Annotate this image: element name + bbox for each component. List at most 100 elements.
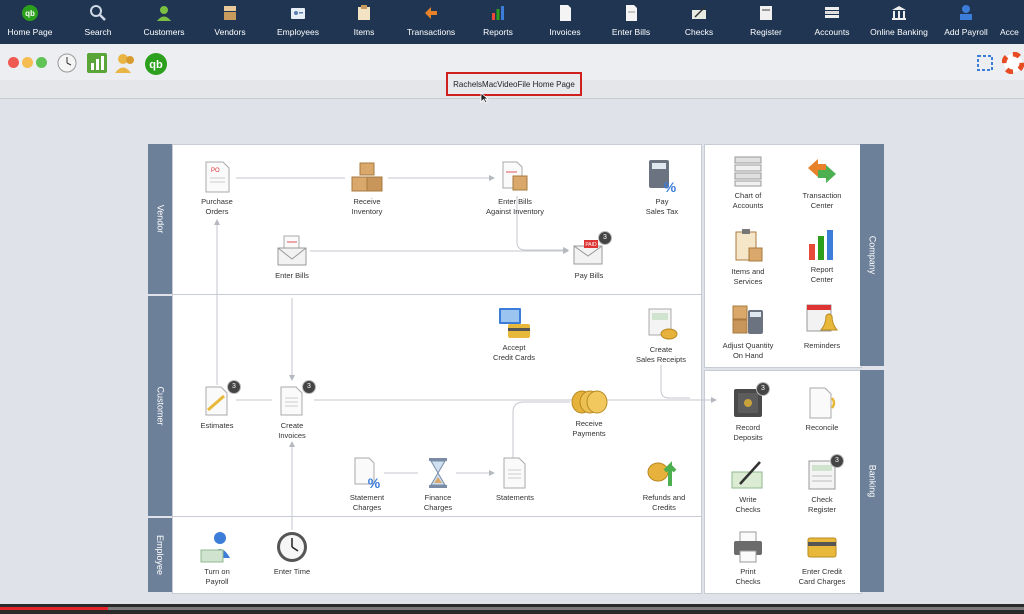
- resize-icon[interactable]: [976, 54, 994, 72]
- create-sales-receipts-node[interactable]: Create Sales Receipts: [621, 306, 701, 365]
- enter-bills-label: Enter Bills: [275, 271, 309, 280]
- refunds-and-credits-label: Refunds and Credits: [642, 493, 686, 512]
- toolbar-label: Reports: [483, 27, 513, 37]
- pay-sales-tax-node[interactable]: % Pay Sales Tax: [622, 158, 702, 217]
- toolbar-label: Enter Bills: [611, 27, 651, 37]
- enter-bills-node[interactable]: Enter Bills: [252, 234, 332, 281]
- employee-section-tab: Employee: [148, 518, 172, 592]
- toolbar-label: Search: [84, 27, 112, 37]
- svg-text:PAID: PAID: [585, 242, 597, 248]
- toolbar-label: Acce: [1000, 27, 1019, 37]
- pay-bills-node[interactable]: PAID Pay Bills: [549, 234, 629, 281]
- print-checks-node[interactable]: Print Checks: [708, 530, 788, 587]
- items-icon: [354, 3, 374, 23]
- invoices-icon: [555, 3, 575, 23]
- calendar-bell-icon: [806, 304, 839, 332]
- enter-time-node[interactable]: Enter Time: [252, 530, 332, 577]
- toolbar-accountant[interactable]: Acce: [1000, 0, 1024, 44]
- items-and-services-node[interactable]: Items and Services: [708, 228, 788, 287]
- turn-on-payroll-label: Turn on Payroll: [204, 567, 230, 586]
- people-icon[interactable]: [114, 52, 138, 74]
- toolbar-online-banking[interactable]: Online Banking: [868, 0, 930, 44]
- receive-inventory-node[interactable]: Receive Inventory: [327, 160, 407, 217]
- reminders-node[interactable]: Reminders: [782, 302, 862, 351]
- record-deposits-badge: 3: [756, 382, 770, 396]
- toolbar-search[interactable]: Search: [76, 0, 120, 44]
- toolbar-invoices[interactable]: Invoices: [544, 0, 586, 44]
- boxes-calculator-icon: [732, 305, 763, 334]
- boxes-icon: [351, 162, 383, 192]
- enter-bills-against-inventory-node[interactable]: Enter Bills Against Inventory: [475, 160, 555, 217]
- transaction-arrows-icon: [808, 159, 836, 183]
- statement-charges-label: Statement Charges: [349, 493, 385, 512]
- toolbar-label: Accounts: [814, 27, 850, 37]
- create-sales-receipts-label: Create Sales Receipts: [635, 345, 687, 364]
- svg-text:PO: PO: [211, 168, 220, 174]
- close-window-button[interactable]: [8, 57, 19, 68]
- report-center-node[interactable]: Report Center: [782, 228, 862, 285]
- clipboard-boxes-icon: [735, 229, 763, 262]
- help-lifebuoy-icon[interactable]: [1002, 52, 1024, 74]
- toolbar-label: Home Page: [7, 27, 53, 37]
- turn-on-payroll-node[interactable]: Turn on Payroll: [177, 530, 257, 587]
- toolbar-add-payroll[interactable]: Add Payroll: [942, 0, 990, 44]
- vendors-icon: [220, 3, 240, 23]
- statements-node[interactable]: Statements: [475, 456, 555, 503]
- receive-payments-node[interactable]: Receive Payments: [549, 388, 629, 439]
- chart-icon[interactable]: [86, 52, 108, 74]
- enter-time-label: Enter Time: [273, 567, 311, 576]
- company-section-tab: Company: [860, 144, 884, 366]
- pay-sales-tax-label: Pay Sales Tax: [645, 197, 679, 216]
- refunds-and-credits-node[interactable]: Refunds and Credits: [624, 456, 704, 513]
- banking-section-tab: Banking: [860, 370, 884, 592]
- toolbar-items[interactable]: Items: [344, 0, 384, 44]
- toolbar-employees[interactable]: Employees: [272, 0, 324, 44]
- record-deposits-label: Record Deposits: [733, 423, 763, 442]
- toolbar-accounts[interactable]: Accounts: [810, 0, 854, 44]
- toolbar-vendors[interactable]: Vendors: [206, 0, 254, 44]
- toolbar-label: Items: [353, 27, 375, 37]
- record-deposits-node[interactable]: Record Deposits: [708, 386, 788, 443]
- minimize-window-button[interactable]: [22, 57, 33, 68]
- video-progress-track[interactable]: [108, 607, 1024, 610]
- enter-bills-against-inventory-label: Enter Bills Against Inventory: [486, 197, 544, 216]
- svg-text:%: %: [368, 475, 381, 490]
- clock-icon[interactable]: [56, 52, 78, 74]
- calculator-percent-icon: %: [649, 160, 677, 194]
- zoom-window-button[interactable]: [36, 57, 47, 68]
- write-checks-node[interactable]: Write Checks: [708, 458, 788, 515]
- estimates-node[interactable]: Estimates: [177, 384, 257, 431]
- bills-inventory-icon: [502, 161, 528, 191]
- toolbar-home-page[interactable]: qb Home Page: [4, 0, 56, 44]
- accept-credit-cards-node[interactable]: Accept Credit Cards: [474, 306, 554, 363]
- accounts-icon: [822, 3, 842, 23]
- qb-logo-icon: qb: [20, 3, 40, 23]
- toolbar-reports[interactable]: Reports: [478, 0, 518, 44]
- receive-inventory-label: Receive Inventory: [351, 197, 383, 216]
- checks-icon: [689, 3, 709, 23]
- enter-credit-card-charges-node[interactable]: Enter Credit Card Charges: [782, 530, 862, 587]
- bar-chart-icon: [809, 230, 833, 260]
- toolbar-transactions[interactable]: Transactions: [402, 0, 460, 44]
- toolbar-register[interactable]: Register: [744, 0, 788, 44]
- adjust-quantity-node[interactable]: Adjust Quantity On Hand: [708, 302, 788, 361]
- reconcile-node[interactable]: Reconcile: [782, 386, 862, 433]
- toolbar-label: Customers: [143, 27, 185, 37]
- create-invoices-node[interactable]: Create Invoices: [252, 384, 332, 441]
- receive-payments-label: Receive Payments: [572, 419, 606, 438]
- toolbar-customers[interactable]: Customers: [138, 0, 190, 44]
- check-register-node[interactable]: Check Register: [782, 458, 862, 515]
- register-icon: [756, 3, 776, 23]
- finance-charges-node[interactable]: Finance Charges: [398, 456, 478, 513]
- toolbar-checks[interactable]: Checks: [680, 0, 718, 44]
- toolbar-label: Register: [750, 27, 782, 37]
- toolbar-enter-bills[interactable]: Enter Bills: [606, 0, 656, 44]
- video-progress-fill[interactable]: [0, 607, 108, 610]
- purchase-orders-node[interactable]: PO Purchase Orders: [177, 160, 257, 217]
- qb-logo-icon[interactable]: qb: [144, 52, 168, 76]
- chart-of-accounts-node[interactable]: Chart of Accounts: [708, 154, 788, 211]
- printer-icon: [734, 531, 762, 563]
- accountant-icon: [1000, 3, 1020, 23]
- statement-charges-node[interactable]: % Statement Charges: [327, 456, 407, 513]
- transaction-center-node[interactable]: Transaction Center: [782, 154, 862, 211]
